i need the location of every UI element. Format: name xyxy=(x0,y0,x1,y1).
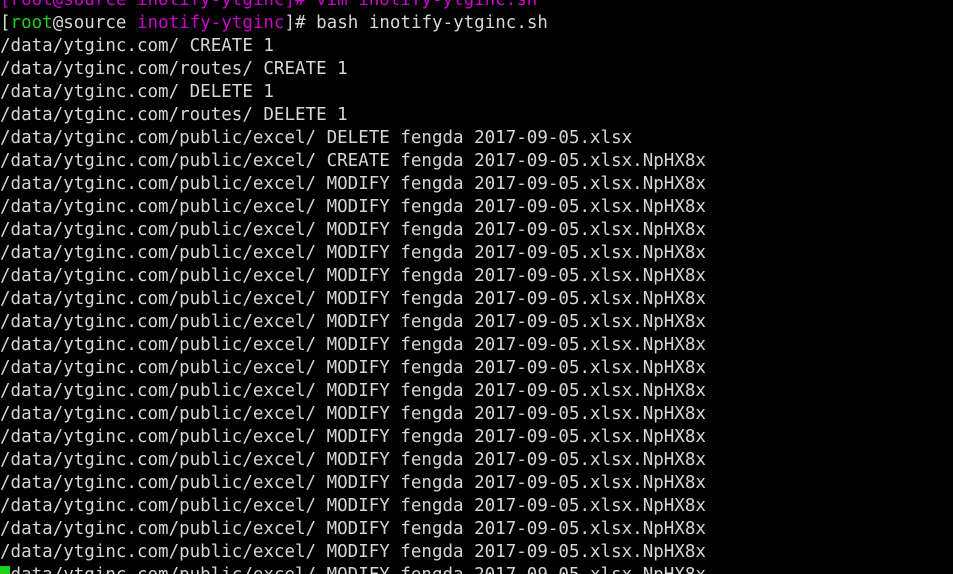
terminal-output-text: /data/ytginc.com/routes/ DELETE 1 xyxy=(0,105,348,125)
terminal-output: /data/ytginc.com/ CREATE 1/data/ytginc.c… xyxy=(0,35,953,574)
terminal-output-line: /data/ytginc.com/public/excel/ MODIFY fe… xyxy=(0,449,953,472)
terminal-output-line: /data/ytginc.com/public/excel/ MODIFY fe… xyxy=(0,426,953,449)
terminal-output-line: /data/ytginc.com/public/excel/ CREATE fe… xyxy=(0,150,953,173)
terminal-screen: [root@source inotify-ytginc]# vim inotif… xyxy=(0,0,953,574)
terminal-output-text: /data/ytginc.com/ DELETE 1 xyxy=(0,82,274,102)
prompt-close-bracket: ] xyxy=(284,13,296,33)
terminal-output-line: /data/ytginc.com/public/excel/ DELETE fe… xyxy=(0,127,953,150)
terminal-output-line: /data/ytginc.com/public/excel/ MODIFY fe… xyxy=(0,403,953,426)
terminal-output-text: /data/ytginc.com/routes/ CREATE 1 xyxy=(0,59,348,79)
scrollback-partial-text: [root@source inotify-ytginc]# vim inotif… xyxy=(0,0,538,10)
terminal-output-line: /data/ytginc.com/public/excel/ MODIFY fe… xyxy=(0,518,953,541)
terminal-output-line: /data/ytginc.com/ CREATE 1 xyxy=(0,35,953,58)
text-cursor xyxy=(0,566,10,574)
terminal-window[interactable]: [root@source inotify-ytginc]# vim inotif… xyxy=(0,0,953,574)
prompt-command: bash inotify-ytginc.sh xyxy=(316,13,548,33)
terminal-output-line: /data/ytginc.com/routes/ DELETE 1 xyxy=(0,104,953,127)
terminal-output-line: /data/ytginc.com/public/excel/ MODIFY fe… xyxy=(0,311,953,334)
terminal-output-line: /data/ytginc.com/ DELETE 1 xyxy=(0,81,953,104)
terminal-output-text: /data/ytginc.com/public/excel/ MODIFY fe… xyxy=(0,358,706,378)
terminal-output-text: /data/ytginc.com/public/excel/ MODIFY fe… xyxy=(0,404,706,424)
prompt-user: root xyxy=(10,13,53,33)
terminal-output-text: /data/ytginc.com/public/excel/ MODIFY fe… xyxy=(0,427,706,447)
terminal-output-text: /data/ytginc.com/public/excel/ MODIFY fe… xyxy=(0,565,706,574)
prompt-line: [root@source inotify-ytginc]# bash inoti… xyxy=(0,12,953,35)
scrollback-partial-line: [root@source inotify-ytginc]# vim inotif… xyxy=(0,0,953,12)
terminal-output-line: /data/ytginc.com/public/excel/ MODIFY fe… xyxy=(0,380,953,403)
terminal-output-line: /data/ytginc.com/public/excel/ MODIFY fe… xyxy=(0,564,953,574)
terminal-output-text: /data/ytginc.com/public/excel/ DELETE fe… xyxy=(0,128,633,148)
terminal-output-line: /data/ytginc.com/public/excel/ MODIFY fe… xyxy=(0,495,953,518)
terminal-output-text: /data/ytginc.com/public/excel/ MODIFY fe… xyxy=(0,519,706,539)
terminal-output-text: /data/ytginc.com/public/excel/ MODIFY fe… xyxy=(0,496,706,516)
terminal-output-line: /data/ytginc.com/public/excel/ MODIFY fe… xyxy=(0,242,953,265)
prompt-open-bracket: [ xyxy=(0,13,11,33)
terminal-output-text: /data/ytginc.com/ CREATE 1 xyxy=(0,36,274,56)
terminal-output-line: /data/ytginc.com/public/excel/ MODIFY fe… xyxy=(0,472,953,495)
terminal-output-text: /data/ytginc.com/public/excel/ MODIFY fe… xyxy=(0,197,706,217)
terminal-output-line: /data/ytginc.com/public/excel/ MODIFY fe… xyxy=(0,196,953,219)
prompt-host: @source xyxy=(52,13,137,33)
terminal-output-text: /data/ytginc.com/public/excel/ MODIFY fe… xyxy=(0,266,706,286)
terminal-output-line: /data/ytginc.com/public/excel/ MODIFY fe… xyxy=(0,541,953,564)
terminal-output-line: /data/ytginc.com/public/excel/ MODIFY fe… xyxy=(0,288,953,311)
terminal-output-text: /data/ytginc.com/public/excel/ CREATE fe… xyxy=(0,151,706,171)
terminal-output-text: /data/ytginc.com/public/excel/ MODIFY fe… xyxy=(0,542,706,562)
terminal-output-line: /data/ytginc.com/public/excel/ MODIFY fe… xyxy=(0,357,953,380)
prompt-sigil: # xyxy=(295,13,317,33)
terminal-output-line: /data/ytginc.com/public/excel/ MODIFY fe… xyxy=(0,334,953,357)
terminal-output-line: /data/ytginc.com/public/excel/ MODIFY fe… xyxy=(0,265,953,288)
prompt-directory: inotify-ytginc xyxy=(137,13,285,33)
terminal-output-text: /data/ytginc.com/public/excel/ MODIFY fe… xyxy=(0,312,706,332)
terminal-output-line: /data/ytginc.com/routes/ CREATE 1 xyxy=(0,58,953,81)
terminal-output-text: /data/ytginc.com/public/excel/ MODIFY fe… xyxy=(0,220,706,240)
terminal-output-text: /data/ytginc.com/public/excel/ MODIFY fe… xyxy=(0,473,706,493)
terminal-output-line: /data/ytginc.com/public/excel/ MODIFY fe… xyxy=(0,173,953,196)
terminal-output-text: /data/ytginc.com/public/excel/ MODIFY fe… xyxy=(0,174,706,194)
terminal-output-text: /data/ytginc.com/public/excel/ MODIFY fe… xyxy=(0,289,706,309)
terminal-output-line: /data/ytginc.com/public/excel/ MODIFY fe… xyxy=(0,219,953,242)
terminal-output-text: /data/ytginc.com/public/excel/ MODIFY fe… xyxy=(0,335,706,355)
terminal-output-text: /data/ytginc.com/public/excel/ MODIFY fe… xyxy=(0,450,706,470)
terminal-output-text: /data/ytginc.com/public/excel/ MODIFY fe… xyxy=(0,381,706,401)
terminal-output-text: /data/ytginc.com/public/excel/ MODIFY fe… xyxy=(0,243,706,263)
